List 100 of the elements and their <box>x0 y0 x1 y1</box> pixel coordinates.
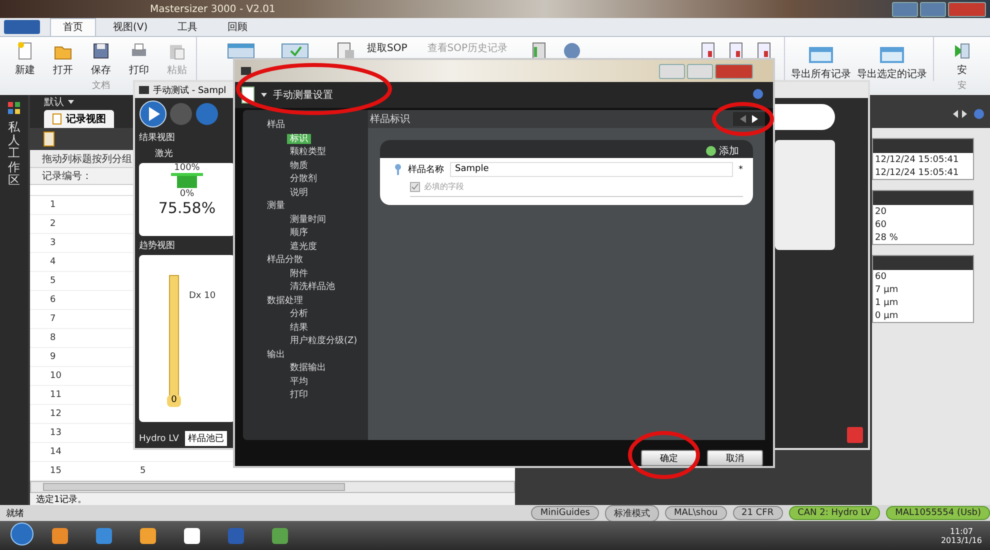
gauge-label: 激光 <box>154 148 174 160</box>
table-cell-text: 15 <box>49 466 62 476</box>
card-value: 12/12/24 15:05:41 <box>874 167 960 179</box>
document-icon <box>335 41 355 61</box>
tree-item[interactable]: 用户粒度分级(Z) <box>287 336 360 346</box>
table-cell-text: 12 <box>49 409 62 420</box>
table-cell-text: 5 <box>49 276 57 286</box>
add-link[interactable]: 添加 <box>719 144 739 158</box>
ribbon-button[interactable]: 打开 <box>44 37 82 77</box>
section-label: 趋势视图 <box>139 240 176 252</box>
tree-item[interactable]: 数据输出 <box>287 363 329 373</box>
records-tab[interactable]: 记录视图 <box>44 110 114 128</box>
ribbon-button[interactable]: 打印 <box>120 37 158 77</box>
stop-button-icon <box>169 100 193 128</box>
selection-status: 选定1记录。 <box>30 493 515 506</box>
arrows-icon <box>952 109 968 119</box>
document-icon <box>52 112 62 125</box>
forward-arrow-icon <box>751 114 759 124</box>
obscuration-gauge: 100% 0% 75.58% <box>139 163 235 236</box>
ribbon-button[interactable]: 保存 <box>82 37 120 77</box>
tree-item[interactable]: 分析 <box>287 309 311 319</box>
status-text: 就绪 <box>6 508 24 520</box>
table-cell-text: 7 <box>49 314 57 324</box>
table-cell-text: 11 <box>49 390 62 400</box>
tree-item[interactable]: 清洗样品池 <box>287 282 338 292</box>
minimize-button[interactable] <box>892 2 918 16</box>
tree-item[interactable]: 样品分散 <box>247 254 368 268</box>
status-item[interactable]: 21 CFR <box>732 506 783 520</box>
status-item[interactable]: MAL1055554 (Usb) <box>886 506 990 520</box>
tree-item[interactable]: 物质 <box>287 160 311 170</box>
slider-value: 0 <box>167 394 181 407</box>
card-value: 60 <box>874 271 888 283</box>
status-item[interactable]: 标准模式 <box>604 504 659 522</box>
ribbon-button[interactable]: 安 <box>943 37 981 77</box>
card-value: 7 µm <box>874 284 900 296</box>
tree-item[interactable]: 顺序 <box>287 228 311 238</box>
table-cell-text: 9 <box>49 352 57 362</box>
ribbon-button[interactable]: 提取SOP <box>367 41 408 55</box>
accessory-name: Hydro LV <box>139 434 179 444</box>
tree-item[interactable]: 测量时间 <box>287 214 329 224</box>
series-label: Dx 10 <box>189 290 216 301</box>
tree-item[interactable]: 平均 <box>287 376 311 386</box>
dialog-button[interactable]: 确定 <box>641 450 697 466</box>
tree-item[interactable]: 遮光度 <box>287 242 320 252</box>
scrollbar[interactable] <box>30 481 515 494</box>
annotation-circle <box>628 431 700 479</box>
annotation-circle <box>712 102 774 136</box>
tree-item[interactable]: 附件 <box>287 268 311 278</box>
required-mark: * <box>738 164 743 174</box>
status-display <box>775 104 835 130</box>
status-item[interactable]: MiniGuides <box>531 506 599 520</box>
table-cell-text: 6 <box>49 295 57 306</box>
status-item[interactable]: CAN 2: Hydro LV <box>788 506 880 520</box>
caret-icon <box>68 100 74 104</box>
tree-item[interactable]: 打印 <box>287 390 311 400</box>
ribbon-tab[interactable]: 工具 <box>164 18 211 36</box>
ribbon-tab[interactable]: 视图(V) <box>100 18 161 36</box>
window-icon <box>139 85 149 95</box>
card-value: 60 <box>874 219 888 231</box>
table-cell-text: 2 <box>49 219 57 230</box>
dialog-button[interactable]: 取消 <box>707 450 763 466</box>
tree-item[interactable]: 输出 <box>247 348 368 362</box>
card-value: 20 <box>874 206 888 218</box>
table-cell-text: 13 <box>49 428 62 438</box>
tree-item[interactable]: 样品 <box>247 119 368 132</box>
sidebar-label[interactable]: 私人工作区 <box>8 121 20 187</box>
checkbox-label: 必填的字段 <box>424 181 464 192</box>
table-cell-text: 14 <box>49 447 62 458</box>
caret-icon <box>261 93 267 97</box>
tree-item[interactable]: 结果 <box>287 322 311 332</box>
tree-item[interactable]: 测量 <box>247 200 368 214</box>
table-cell-text: 3 <box>49 238 57 248</box>
clock[interactable]: 11:07 2013/1/16 <box>940 526 990 544</box>
ribbon-tab[interactable]: 回顾 <box>214 18 261 36</box>
tree-item[interactable]: 数据处理 <box>247 294 368 308</box>
card-value: 1 µm <box>874 297 900 309</box>
ribbon-button[interactable]: 导出所有记录 <box>791 41 851 81</box>
ribbon-button[interactable]: 新建 <box>6 37 44 77</box>
ribbon-tab[interactable]: 首页 <box>50 18 96 36</box>
spreadsheet-icon <box>879 45 905 65</box>
maximize-button[interactable] <box>920 2 946 16</box>
table-cell: 5 <box>140 466 146 476</box>
close-button[interactable] <box>948 2 986 16</box>
tree-item[interactable]: 说明 <box>287 188 311 198</box>
ribbon-button[interactable]: 导出选定的记录 <box>857 41 927 81</box>
input-field[interactable]: Sample <box>450 162 732 177</box>
dialog-header: 手动测量设置 <box>273 88 333 102</box>
table-cell-text: 1 <box>49 200 57 210</box>
card-value: 0 µm <box>874 310 900 322</box>
group-label: 安 <box>958 80 966 92</box>
accessory-status: 样品池已 <box>184 431 227 446</box>
tree-item[interactable]: 分散剂 <box>287 174 320 184</box>
tree-item[interactable]: 颗粒类型 <box>287 147 329 157</box>
view-menu[interactable]: 默认 <box>44 95 74 110</box>
apps-icon <box>7 101 21 115</box>
status-item[interactable]: MAL\shou <box>664 506 727 520</box>
window-title: 手动测试 - Sampl <box>153 84 226 96</box>
card-value: 12/12/24 15:05:41 <box>874 154 960 166</box>
table-cell-text: 4 <box>49 257 57 268</box>
close-button[interactable] <box>715 64 753 78</box>
